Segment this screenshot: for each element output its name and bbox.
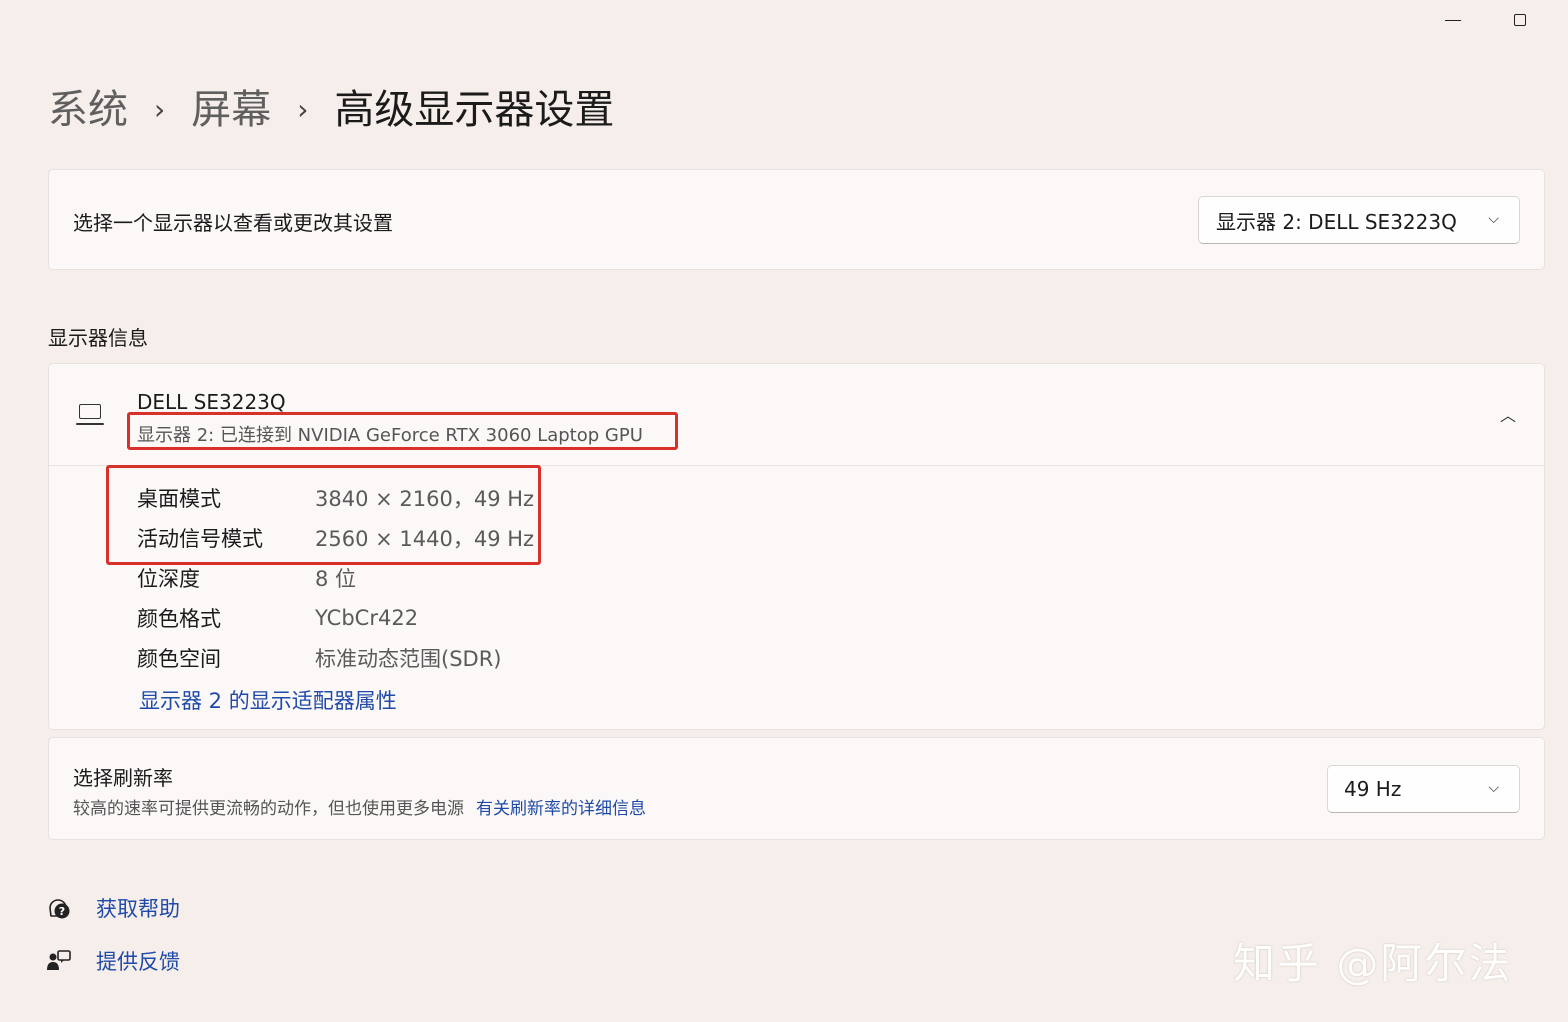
display-info-section-title: 显示器信息	[48, 326, 148, 350]
give-feedback-label: 提供反馈	[96, 950, 180, 974]
refresh-rate-card: 选择刷新率 较高的速率可提供更流畅的动作，但也使用更多电源 有关刷新率的详细信息 …	[48, 737, 1545, 840]
chevron-down-icon: ⌵	[1488, 780, 1499, 797]
help-icon: ?	[46, 895, 72, 921]
breadcrumb-separator-icon: ›	[154, 93, 166, 126]
select-monitor-card: 选择一个显示器以查看或更改其设置 显示器 2: DELL SE3223Q ⌵	[48, 169, 1545, 270]
monitor-dropdown-value: 显示器 2: DELL SE3223Q	[1216, 209, 1457, 234]
maximize-icon	[1514, 14, 1526, 26]
breadcrumb: 系统 › 屏幕 › 高级显示器设置	[48, 82, 614, 138]
monitor-dropdown[interactable]: 显示器 2: DELL SE3223Q ⌵	[1198, 196, 1520, 244]
refresh-rate-title: 选择刷新率	[73, 766, 173, 790]
monitor-name: DELL SE3223Q	[137, 390, 286, 414]
svg-text:?: ?	[59, 905, 65, 918]
watermark-text: 知乎 @阿尔法	[1233, 939, 1513, 988]
get-help-link[interactable]: ? 获取帮助	[46, 893, 180, 923]
maximize-button[interactable]	[1497, 6, 1543, 34]
chevron-up-icon[interactable]: ︿	[1500, 402, 1516, 426]
give-feedback-link[interactable]: 提供反馈	[46, 946, 180, 976]
display-info-header[interactable]: DELL SE3223Q 显示器 2: 已连接到 NVIDIA GeForce …	[49, 364, 1544, 466]
laptop-icon	[76, 404, 106, 430]
info-value: 标准动态范围(SDR)	[315, 647, 502, 671]
info-label: 颜色格式	[137, 607, 221, 631]
breadcrumb-system[interactable]: 系统	[48, 82, 128, 138]
highlight-box	[127, 412, 678, 450]
breadcrumb-display[interactable]: 屏幕	[191, 82, 271, 138]
refresh-rate-dropdown[interactable]: 49 Hz ⌵	[1327, 765, 1520, 813]
info-row-color-space: 颜色空间 标准动态范围(SDR)	[137, 638, 534, 678]
refresh-rate-dropdown-value: 49 Hz	[1344, 777, 1402, 801]
select-monitor-label: 选择一个显示器以查看或更改其设置	[73, 211, 393, 235]
info-label: 位深度	[137, 567, 200, 591]
refresh-rate-description-text: 较高的速率可提供更流畅的动作，但也使用更多电源	[73, 799, 464, 819]
info-value: YCbCr422	[315, 606, 419, 630]
minimize-button[interactable]	[1430, 6, 1476, 34]
highlight-box	[106, 465, 541, 565]
chevron-down-icon: ⌵	[1488, 211, 1499, 228]
info-label: 颜色空间	[137, 647, 221, 671]
info-value: 8 位	[315, 567, 357, 591]
display-info-card: DELL SE3223Q 显示器 2: 已连接到 NVIDIA GeForce …	[48, 363, 1545, 730]
page-title: 高级显示器设置	[334, 87, 615, 133]
breadcrumb-separator-icon: ›	[297, 93, 309, 126]
adapter-properties-link[interactable]: 显示器 2 的显示适配器属性	[139, 685, 397, 715]
refresh-rate-description: 较高的速率可提供更流畅的动作，但也使用更多电源 有关刷新率的详细信息	[73, 794, 646, 819]
refresh-rate-info-link[interactable]: 有关刷新率的详细信息	[476, 799, 646, 819]
info-row-color-format: 颜色格式 YCbCr422	[137, 598, 534, 638]
get-help-label: 获取帮助	[96, 897, 180, 921]
minimize-icon	[1445, 19, 1461, 21]
feedback-icon	[46, 948, 72, 974]
